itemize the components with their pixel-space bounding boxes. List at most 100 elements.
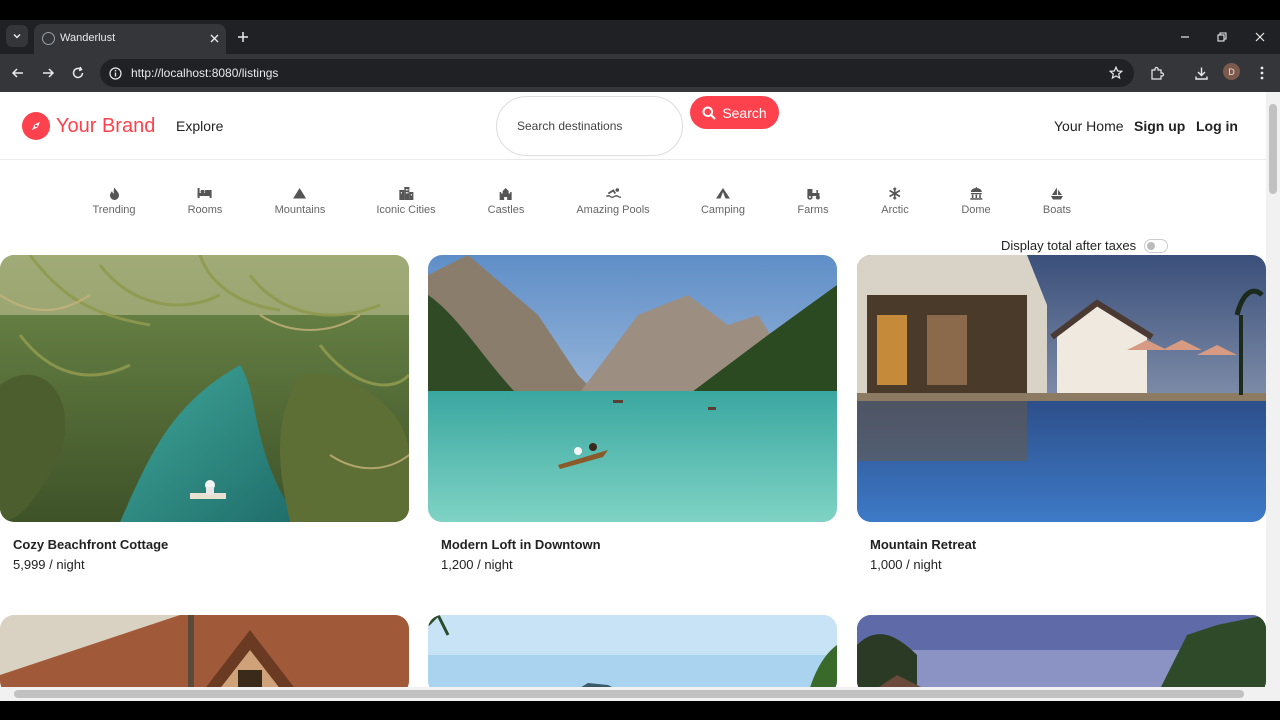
site-info-icon[interactable] <box>108 66 122 80</box>
filter-dome[interactable]: Dome <box>961 186 991 216</box>
search-icon <box>702 106 717 120</box>
filter-arctic[interactable]: Arctic <box>881 186 909 216</box>
filter-label: Camping <box>700 204 746 216</box>
listing-card[interactable] <box>0 615 409 687</box>
filter-label: Rooms <box>187 204 223 216</box>
more-vertical-icon <box>1260 66 1264 80</box>
active-tab[interactable]: Wanderlust <box>34 24 226 54</box>
close-icon <box>210 34 218 42</box>
search-input[interactable] <box>496 96 683 156</box>
tab-close-button[interactable] <box>207 31 221 45</box>
horizontal-scrollbar[interactable] <box>0 687 1266 701</box>
filter-amazing-pools[interactable]: Amazing Pools <box>576 186 650 216</box>
listing-title: Cozy Beachfront Cottage <box>13 537 169 552</box>
forward-button[interactable] <box>38 63 58 83</box>
listing-image-pool-resort <box>857 255 1266 522</box>
filter-castles[interactable]: Castles <box>487 186 525 216</box>
filter-label: Castles <box>487 204 525 216</box>
tab-title: Wanderlust <box>60 32 116 44</box>
tax-switch[interactable] <box>1144 238 1169 253</box>
listing-card[interactable]: Modern Loft in Downtown 1,200 / night <box>428 255 837 585</box>
search-button-label: Search <box>722 104 767 121</box>
back-button[interactable] <box>8 63 28 83</box>
page-viewport: Your Brand Explore Search Your Home Sign… <box>0 92 1266 687</box>
switch-knob <box>1147 241 1156 250</box>
reload-icon <box>72 66 84 79</box>
tent-icon <box>715 186 731 200</box>
listing-image-tropical <box>857 615 1266 687</box>
vertical-scroll-thumb[interactable] <box>1269 104 1277 194</box>
listing-price: 1,000 / night <box>870 557 942 572</box>
filter-boats[interactable]: Boats <box>1043 186 1071 216</box>
listing-image-lake <box>428 255 837 522</box>
city-icon <box>398 186 414 200</box>
close-window-button[interactable] <box>1251 28 1269 46</box>
address-bar[interactable]: http://localhost:8080/listings <box>100 59 1134 87</box>
listing-image-cabin <box>0 615 409 687</box>
castle-icon <box>498 186 514 200</box>
search-button[interactable]: Search <box>690 96 779 129</box>
horizontal-scroll-thumb[interactable] <box>14 690 1244 698</box>
filter-label: Arctic <box>881 204 909 216</box>
restore-icon <box>1217 32 1227 42</box>
arrow-left-icon <box>11 68 23 78</box>
listing-price: 5,999 / night <box>13 557 85 572</box>
brand-name: Your Brand <box>56 114 156 137</box>
scrollbar-corner <box>1266 687 1280 701</box>
vertical-scrollbar[interactable] <box>1266 92 1280 687</box>
close-icon <box>1255 32 1265 42</box>
downloads-button[interactable] <box>1192 64 1210 82</box>
listing-title: Mountain Retreat <box>870 537 977 552</box>
tab-search-button[interactable] <box>6 25 28 47</box>
filter-mountains[interactable]: Mountains <box>274 186 326 216</box>
info-icon <box>108 66 122 80</box>
listing-card[interactable] <box>857 615 1266 687</box>
your-home-link[interactable]: Your Home <box>1054 118 1124 134</box>
log-in-link[interactable]: Log in <box>1196 118 1238 134</box>
bookmark-button[interactable] <box>1108 65 1124 81</box>
explore-link[interactable]: Explore <box>176 118 223 134</box>
extensions-button[interactable] <box>1148 64 1166 82</box>
listing-card[interactable]: Cozy Beachfront Cottage 5,999 / night <box>0 255 409 585</box>
filter-label: Amazing Pools <box>576 204 650 216</box>
puzzle-icon <box>1150 66 1164 80</box>
listing-price: 1,200 / night <box>441 557 513 572</box>
category-filters: Trending Rooms Mountains Iconic Cities C… <box>0 186 1266 226</box>
brand-link[interactable]: Your Brand <box>22 112 155 140</box>
url-text: http://localhost:8080/listings <box>131 66 279 80</box>
bottom-bar <box>0 701 1280 720</box>
listing-title: Modern Loft in Downtown <box>441 537 601 552</box>
filter-rooms[interactable]: Rooms <box>187 186 223 216</box>
filter-trending[interactable]: Trending <box>92 186 136 216</box>
mountain-icon <box>292 186 308 200</box>
minimize-icon <box>1181 36 1189 38</box>
tax-toggle-label: Display total after taxes <box>1001 238 1137 253</box>
filter-iconic-cities[interactable]: Iconic Cities <box>376 186 436 216</box>
tractor-icon <box>805 186 821 200</box>
plus-icon <box>238 32 248 42</box>
listing-card[interactable] <box>428 615 837 687</box>
browser-toolbar: http://localhost:8080/listings <box>0 54 1280 92</box>
compass-icon <box>22 112 50 140</box>
filter-label: Farms <box>797 204 829 216</box>
listing-card[interactable]: Mountain Retreat 1,000 / night <box>857 255 1266 585</box>
new-tab-button[interactable] <box>234 28 252 46</box>
sailboat-icon <box>1049 186 1065 200</box>
fire-icon <box>106 186 122 200</box>
filter-label: Iconic Cities <box>376 204 436 216</box>
profile-avatar[interactable]: D <box>1223 63 1240 80</box>
filter-farms[interactable]: Farms <box>797 186 829 216</box>
sign-up-link[interactable]: Sign up <box>1134 118 1185 134</box>
swimmer-icon <box>605 186 621 200</box>
site-navbar: Your Brand Explore Search Your Home Sign… <box>0 92 1266 160</box>
listing-image-lagoon <box>0 255 409 522</box>
tax-toggle: Display total after taxes <box>1001 238 1169 253</box>
browser-menu-button[interactable] <box>1253 64 1271 82</box>
listing-image-beach <box>428 615 837 687</box>
screen: Wanderlust http://localhost:8080/listing… <box>0 0 1280 720</box>
filter-camping[interactable]: Camping <box>701 186 745 216</box>
restore-button[interactable] <box>1213 28 1231 46</box>
reload-button[interactable] <box>68 63 88 83</box>
filter-label: Mountains <box>274 204 326 216</box>
minimize-button[interactable] <box>1176 28 1194 46</box>
